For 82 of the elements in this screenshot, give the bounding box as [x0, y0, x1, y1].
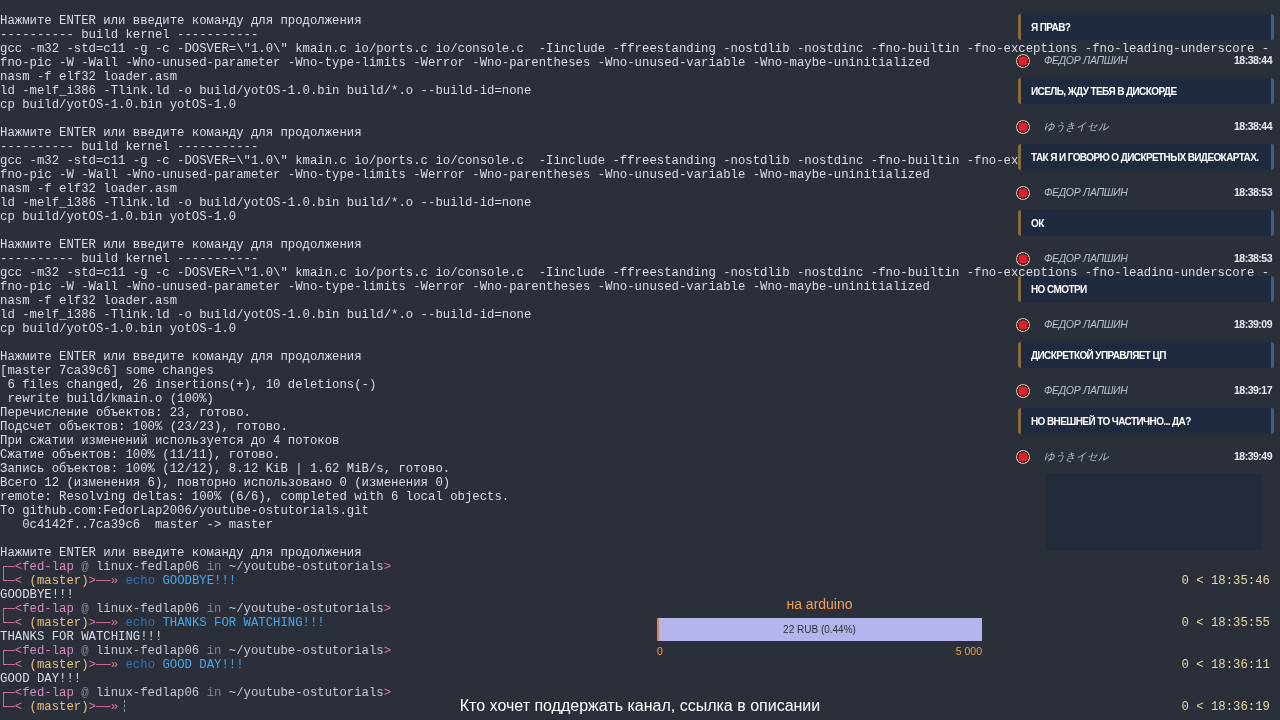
chat-message: ТАК Я И ГОВОРЮ О ДИСКРЕТНЫХ ВИДЕОКАРТАХ. — [1018, 144, 1274, 170]
avatar-icon — [1016, 186, 1030, 200]
avatar-icon — [1016, 384, 1030, 398]
terminal-line: nasm -f elf32 loader.asm — [0, 182, 178, 196]
command-time: 0 < 18:36:19 — [1181, 700, 1271, 714]
terminal-line: nasm -f elf32 loader.asm — [0, 70, 178, 84]
terminal-line: 6 files changed, 26 insertions(+), 10 deletions(-) — [6, 378, 377, 392]
prompt-line: └─< (master)>──» echo GOOD DAY!!! — [0, 658, 244, 672]
chat-author: ゆうきイセル — [1044, 449, 1109, 465]
terminal-line: THANKS FOR WATCHING!!! — [0, 630, 163, 644]
terminal-line: gcc -m32 -std=c11 -g -c -DOSVER=\"1.0\" kmain.c io/ports.c io/console.c -Iinclude -ffreestanding -nostdlib -nostdinc -fno-builtin -fno-exceptions -fno-leading-underscore - — [0, 42, 1270, 56]
terminal-line: cp build/yotOS-1.0.bin yotOS-1.0 — [0, 98, 237, 112]
terminal-line: Нажмите ENTER или введите команду для продолжения — [0, 546, 362, 560]
terminal-line: ld -melf_i386 -Tlink.ld -o build/yotOS-1.0.bin build/*.o --build-id=none — [0, 196, 532, 210]
chat-message: Я ПРАВ? — [1018, 14, 1274, 40]
terminal-line: remote: Resolving deltas: 100% (6/6), completed with 6 local objects. — [0, 490, 510, 504]
chat-author: ФЕДОР ЛАПШИН — [1044, 251, 1128, 267]
chat-time: 18:38:53 — [1233, 251, 1272, 267]
terminal-line: GOODBYE!!! — [0, 588, 74, 602]
chat-message: НО ВНЕШНЕЙ ТО ЧАСТИЧНО... ДА? — [1018, 408, 1274, 434]
terminal-line: ---------- build kernel ----------- — [0, 140, 259, 154]
terminal-line: nasm -f elf32 loader.asm — [0, 294, 178, 308]
chat-message: ОК — [1018, 210, 1274, 236]
terminal-line: Перечисление объектов: 23, готово. — [0, 406, 251, 420]
terminal-line: Подсчет объектов: 100% (23/23), готово. — [0, 420, 288, 434]
chat-message: НО СМОТРИ — [1018, 276, 1274, 302]
command-time: 0 < 18:35:55 — [1181, 616, 1271, 630]
prompt-line: └─< (master)>──» — [0, 700, 119, 714]
terminal-line: Всего 12 (изменения 6), повторно использовано 0 (изменения 0) — [0, 476, 451, 490]
terminal-line: Нажмите ENTER или введите команду для продолжения — [0, 238, 362, 252]
terminal-line: fno-pic -W -Wall -Wno-unused-parameter -Wno-type-limits -Werror -Wno-parentheses -Wno-unused-variable -Wno-maybe-uninitialized — [0, 168, 930, 182]
chat-author: ゆうきイセル — [1044, 119, 1109, 135]
chat-author: ФЕДОР ЛАПШИН — [1044, 383, 1128, 399]
chat-message: ДИСКРЕТКОЙ УПРАВЛЯЕТ ЦП — [1018, 342, 1274, 368]
terminal-line: ld -melf_i386 -Tlink.ld -o build/yotOS-1.0.bin build/*.o --build-id=none — [0, 308, 532, 322]
terminal-line: При сжатии изменений используется до 4 потоков — [0, 434, 340, 448]
prompt-line: ┌─<fed-lap @ linux-fedlap06 in ~/youtube-ostutorials> — [0, 644, 392, 658]
chat-time: 18:38:53 — [1233, 185, 1272, 201]
terminal-line: cp build/yotOS-1.0.bin yotOS-1.0 — [0, 322, 237, 336]
avatar-icon — [1016, 252, 1030, 266]
progress-label: 22 RUB (0.44%) — [783, 623, 856, 637]
terminal-line: ---------- build kernel ----------- — [0, 28, 259, 42]
range-max: 5 000 — [955, 644, 982, 659]
command-time: 0 < 18:36:11 — [1181, 658, 1271, 672]
chat-author: ФЕДОР ЛАПШИН — [1044, 185, 1128, 201]
avatar-icon — [1016, 54, 1030, 68]
donation-title: на arduino — [785, 595, 854, 613]
terminal-line: cp build/yotOS-1.0.bin yotOS-1.0 — [0, 210, 237, 224]
chat-author: ФЕДОР ЛАПШИН — [1044, 54, 1128, 69]
prompt-line: ┌─<fed-lap @ linux-fedlap06 in ~/youtube-ostutorials> — [0, 686, 392, 700]
terminal-line: fno-pic -W -Wall -Wno-unused-parameter -Wno-type-limits -Werror -Wno-parentheses -Wno-unused-variable -Wno-maybe-uninitialized — [0, 280, 930, 294]
terminal-line: Запись объектов: 100% (12/12), 8.12 KiB | 1.62 MiB/s, готово. — [0, 462, 451, 476]
terminal-line: [master 7ca39c6] some changes — [0, 364, 214, 378]
prompt-line: ┌─<fed-lap @ linux-fedlap06 in ~/youtube-ostutorials> — [0, 560, 392, 574]
chat-message: ИСЕЛЬ, ЖДУ ТЕБЯ В ДИСКОРДЕ — [1018, 78, 1274, 104]
prompt-line: └─< (master)>──» echo GOODBYE!!! — [0, 574, 237, 588]
range-min: 0 — [657, 644, 663, 659]
prompt-line: ┌─<fed-lap @ linux-fedlap06 in ~/youtube-ostutorials> — [0, 602, 392, 616]
avatar-icon — [1016, 318, 1030, 332]
avatar-icon — [1016, 120, 1030, 134]
terminal-line: ld -melf_i386 -Tlink.ld -o build/yotOS-1.0.bin build/*.o --build-id=none — [0, 84, 532, 98]
terminal-line: ---------- build kernel ----------- — [0, 252, 259, 266]
prompt-line: └─< (master)>──» echo THANKS FOR WATCHING!!! — [0, 616, 325, 630]
avatar-icon — [1016, 450, 1030, 464]
chat-time: 18:38:44 — [1233, 54, 1272, 69]
chat-time: 18:39:49 — [1233, 449, 1272, 465]
chat-time: 18:39:09 — [1233, 317, 1272, 333]
terminal-line: 0c4142f..7ca39c6 master -> master — [21, 518, 274, 532]
caption-text: Кто хочет поддержать канал, ссылка в описании — [459, 697, 821, 714]
terminal-line: Нажмите ENTER или введите команду для продолжения — [0, 14, 362, 28]
command-time: 0 < 18:35:46 — [1181, 574, 1271, 588]
terminal-line: GOOD DAY!!! — [0, 672, 82, 686]
terminal-line: fno-pic -W -Wall -Wno-unused-parameter -Wno-type-limits -Werror -Wno-parentheses -Wno-unused-variable -Wno-maybe-uninitialized — [0, 56, 930, 70]
terminal-line: Сжатие объектов: 100% (11/11), готово. — [0, 448, 281, 462]
terminal-line: Нажмите ENTER или введите команду для продолжения — [0, 126, 362, 140]
chat-time: 18:38:44 — [1233, 119, 1272, 135]
terminal-line: To github.com:FedorLap2006/youtube-ostutorials.git — [0, 504, 369, 518]
chat-time: 18:39:17 — [1233, 383, 1272, 399]
terminal-line: Нажмите ENTER или введите команду для продолжения — [0, 350, 362, 364]
terminal-line: rewrite build/kmain.o (100%) — [6, 392, 214, 406]
chat-author: ФЕДОР ЛАПШИН — [1044, 317, 1128, 333]
terminal-line: gcc -m32 -std=c11 -g -c -DOSVER=\"1.0\" kmain.c io/ports.c io/console.c -Iinclude -ffreestanding -nostdlib -nostdinc -fno-builtin -fno-ex — [0, 154, 1019, 168]
